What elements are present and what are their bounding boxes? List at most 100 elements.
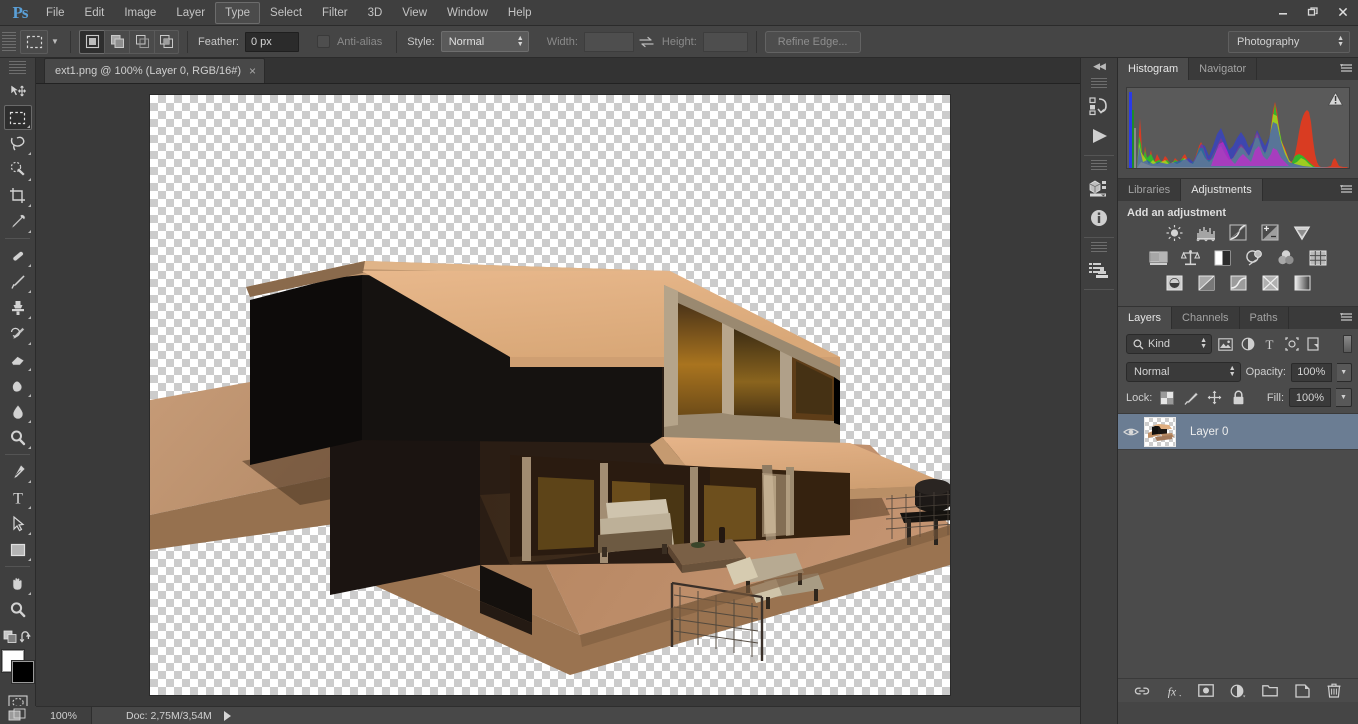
- layer-filter-kind-select[interactable]: Kind ▲ ▼: [1126, 334, 1212, 354]
- zoom-tool[interactable]: [4, 597, 32, 622]
- height-input[interactable]: [702, 31, 748, 52]
- type-tool[interactable]: T: [4, 485, 32, 510]
- cached-data-warning-icon[interactable]: [1328, 92, 1343, 106]
- tab-adjustments[interactable]: Adjustments: [1181, 179, 1263, 201]
- opacity-input[interactable]: 100%: [1290, 362, 1332, 382]
- rectangular-marquee-tool[interactable]: [3, 105, 32, 130]
- new-group-button[interactable]: [1262, 683, 1278, 699]
- zoom-level-field[interactable]: 100%: [36, 707, 92, 724]
- tab-layers[interactable]: Layers: [1118, 307, 1173, 329]
- color-balance-adjustment[interactable]: [1179, 248, 1201, 267]
- menu-image[interactable]: Image: [114, 2, 166, 24]
- panel-menu-icon[interactable]: [1336, 58, 1358, 80]
- subtract-from-selection-button[interactable]: [129, 29, 154, 54]
- vibrance-adjustment[interactable]: [1291, 223, 1313, 242]
- levels-adjustment[interactable]: [1195, 223, 1217, 242]
- brightness-contrast-adjustment[interactable]: [1163, 223, 1185, 242]
- quick-selection-tool[interactable]: [4, 157, 32, 182]
- threshold-adjustment[interactable]: [1227, 273, 1249, 292]
- hue-saturation-adjustment[interactable]: [1147, 248, 1169, 267]
- options-bar-grip[interactable]: [2, 31, 16, 52]
- link-layers-button[interactable]: [1134, 683, 1150, 699]
- menu-view[interactable]: View: [392, 2, 437, 24]
- panel-menu-icon[interactable]: [1336, 307, 1358, 329]
- menu-file[interactable]: File: [36, 2, 75, 24]
- anti-alias-checkbox[interactable]: [316, 35, 330, 48]
- color-lookup-adjustment[interactable]: [1307, 248, 1329, 267]
- new-adjustment-layer-button[interactable]: [1230, 683, 1246, 699]
- menu-help[interactable]: Help: [498, 2, 542, 24]
- dock-group-grip[interactable]: [1091, 242, 1107, 252]
- rectangle-tool[interactable]: [4, 537, 32, 562]
- fill-slider-chevron-icon[interactable]: ▼: [1336, 388, 1352, 407]
- delete-layer-button[interactable]: [1326, 683, 1342, 699]
- minimize-button[interactable]: [1268, 1, 1298, 23]
- clone-stamp-tool[interactable]: [4, 295, 32, 320]
- 3d-panel-icon[interactable]: [1082, 173, 1116, 203]
- lock-all-icon[interactable]: [1229, 389, 1248, 407]
- lock-transparent-pixels-icon[interactable]: [1157, 389, 1176, 407]
- dodge-tool[interactable]: [4, 425, 32, 450]
- new-layer-button[interactable]: [1294, 683, 1310, 699]
- layer-visibility-toggle[interactable]: [1118, 426, 1144, 438]
- swap-dimensions-icon[interactable]: [634, 36, 660, 48]
- brush-tool[interactable]: [4, 269, 32, 294]
- posterize-adjustment[interactable]: [1195, 273, 1217, 292]
- tab-channels[interactable]: Channels: [1172, 307, 1240, 329]
- menu-edit[interactable]: Edit: [75, 2, 115, 24]
- close-button[interactable]: [1328, 1, 1358, 23]
- swap-colors-arrow-icon[interactable]: [19, 630, 34, 647]
- intersect-with-selection-button[interactable]: [154, 29, 179, 54]
- style-select[interactable]: Normal ▲ ▼: [440, 31, 529, 52]
- filter-pixel-layers-icon[interactable]: [1217, 335, 1234, 353]
- filter-adjustment-layers-icon[interactable]: [1239, 335, 1256, 353]
- workspace-select[interactable]: Photography ▲ ▼: [1228, 30, 1350, 53]
- pen-tool[interactable]: [4, 459, 32, 484]
- current-tool-icon[interactable]: [20, 29, 48, 54]
- dock-group-grip[interactable]: [1091, 78, 1107, 88]
- table-row[interactable]: Layer 0: [1118, 414, 1358, 450]
- feather-input[interactable]: 0 px: [244, 31, 299, 52]
- tab-paths[interactable]: Paths: [1239, 307, 1289, 329]
- move-tool[interactable]: [4, 79, 32, 104]
- artboard[interactable]: [150, 95, 950, 695]
- crop-tool[interactable]: [4, 183, 32, 208]
- histogram-graph[interactable]: [1126, 87, 1350, 169]
- photo-filter-adjustment[interactable]: [1243, 248, 1265, 267]
- hand-tool[interactable]: [4, 571, 32, 596]
- refine-edge-button[interactable]: Refine Edge...: [764, 30, 861, 53]
- filter-enable-toggle[interactable]: [1343, 335, 1352, 353]
- exposure-adjustment[interactable]: [1259, 223, 1281, 242]
- collapse-panels-icon[interactable]: ◀◀: [1081, 58, 1117, 74]
- width-input[interactable]: [583, 31, 634, 52]
- canvas-area[interactable]: [36, 84, 1080, 706]
- toolbar-grip[interactable]: [9, 61, 26, 75]
- layer-style-button[interactable]: fx: [1166, 683, 1182, 699]
- background-color-swatch[interactable]: [11, 661, 34, 683]
- opacity-slider-chevron-icon[interactable]: ▼: [1336, 362, 1352, 382]
- new-selection-button[interactable]: [79, 29, 104, 54]
- document-size-status[interactable]: Doc: 2,75M/3,54M: [92, 710, 1080, 722]
- menu-window[interactable]: Window: [437, 2, 498, 24]
- blur-tool[interactable]: [4, 399, 32, 424]
- menu-filter[interactable]: Filter: [312, 2, 358, 24]
- fill-input[interactable]: 100%: [1289, 388, 1331, 407]
- menu-3d[interactable]: 3D: [358, 2, 393, 24]
- gradient-tool[interactable]: [4, 373, 32, 398]
- filter-smart-objects-icon[interactable]: [1305, 335, 1322, 353]
- actions-panel-icon[interactable]: [1082, 121, 1116, 151]
- menu-type[interactable]: Type: [215, 1, 261, 24]
- panel-menu-icon[interactable]: [1336, 179, 1358, 201]
- lock-image-pixels-icon[interactable]: [1181, 389, 1200, 407]
- tool-presets-panel-icon[interactable]: [1082, 255, 1116, 285]
- expand-arrow-icon[interactable]: [223, 710, 231, 721]
- invert-adjustment[interactable]: [1163, 273, 1185, 292]
- eraser-tool[interactable]: [4, 347, 32, 372]
- dock-group-grip[interactable]: [1091, 160, 1107, 170]
- channel-mixer-adjustment[interactable]: [1275, 248, 1297, 267]
- history-panel-icon[interactable]: [1082, 91, 1116, 121]
- status-corner-icon[interactable]: [0, 706, 36, 724]
- history-brush-tool[interactable]: [4, 321, 32, 346]
- filter-type-layers-icon[interactable]: T: [1261, 335, 1278, 353]
- close-icon[interactable]: ×: [249, 65, 256, 77]
